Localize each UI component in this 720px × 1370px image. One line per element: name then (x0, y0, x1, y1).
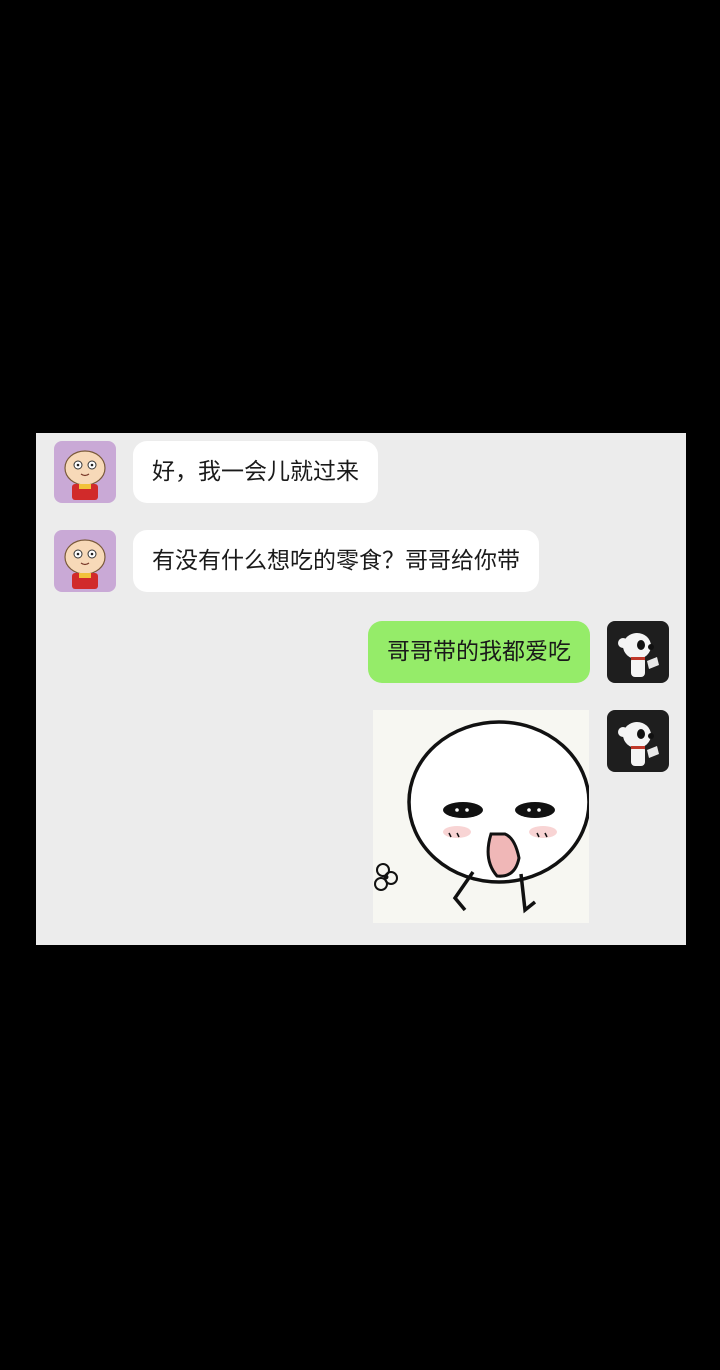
cartoon-dog-icon (607, 621, 669, 683)
cartoon-dog-icon (607, 710, 669, 772)
cartoon-baby-icon (54, 441, 116, 503)
message-text: 哥哥带的我都爱吃 (387, 639, 571, 665)
message-bubble[interactable]: 好，我一会儿就过来 (133, 441, 378, 503)
self-avatar[interactable] (607, 621, 669, 683)
message-text: 好，我一会儿就过来 (152, 459, 359, 485)
contact-avatar[interactable] (54, 530, 116, 592)
sticker-image[interactable] (373, 710, 589, 923)
message-bubble[interactable]: 哥哥带的我都爱吃 (368, 621, 590, 683)
self-avatar[interactable] (607, 710, 669, 772)
contact-avatar[interactable] (54, 441, 116, 503)
message-bubble[interactable]: 有没有什么想吃的零食？哥哥给你带 (133, 530, 539, 592)
cute-round-face-sticker-icon (373, 710, 589, 923)
chat-panel: 好，我一会儿就过来 有没有什么想吃的零食？哥哥给你带 哥哥带的我都爱吃 (36, 433, 686, 945)
cartoon-baby-icon (54, 530, 116, 592)
message-text: 有没有什么想吃的零食？哥哥给你带 (152, 548, 520, 574)
